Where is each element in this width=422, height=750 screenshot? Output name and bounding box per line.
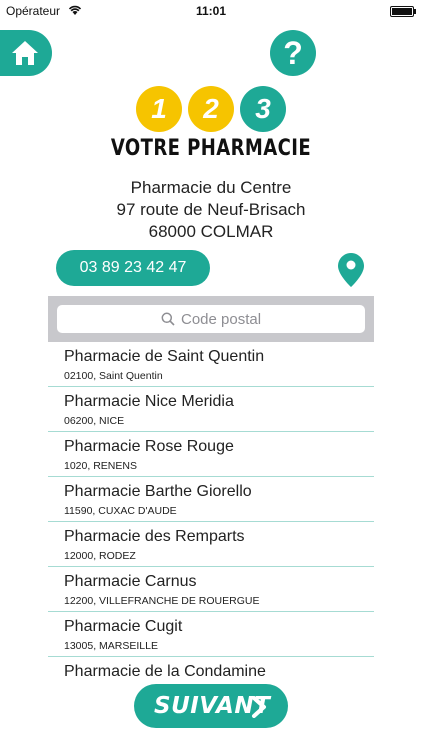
pharmacy-city: 68000 COLMAR (148, 222, 274, 241)
clock: 11:01 (195, 4, 227, 18)
home-icon (12, 41, 38, 65)
logo-step-3: 3 (240, 86, 286, 132)
postal-code-search-input[interactable]: Code postal (57, 305, 365, 333)
chevron-right-icon (252, 696, 266, 718)
pharmacy-street: 97 route de Neuf-Brisach (116, 200, 306, 219)
list-item-name: Pharmacie Rose Rouge (64, 438, 234, 455)
battery-icon (390, 6, 416, 17)
pharmacy-name: Pharmacie du Centre (130, 178, 292, 197)
logo-step-2: 2 (188, 86, 234, 132)
list-item-location: 1020, RENENS (64, 460, 137, 472)
search-placeholder: Code postal (181, 311, 262, 328)
status-bar: Opérateur 11:01 (0, 0, 422, 22)
list-item[interactable]: Pharmacie de Saint Quentin 02100, Saint … (48, 342, 374, 387)
list-item-location: 13005, MARSEILLE (64, 640, 158, 652)
home-button[interactable] (0, 30, 52, 76)
map-pin-icon[interactable] (338, 253, 364, 287)
list-item-name: Pharmacie de la Condamine (64, 663, 266, 680)
list-item[interactable]: Pharmacie de la Condamine (48, 657, 374, 682)
pharmacy-list[interactable]: Pharmacie de Saint Quentin 02100, Saint … (48, 342, 374, 682)
list-item-name: Pharmacie Nice Meridia (64, 393, 234, 410)
list-item[interactable]: Pharmacie Barthe Giorello 11590, CUXAC D… (48, 477, 374, 522)
list-item[interactable]: Pharmacie Nice Meridia 06200, NICE (48, 387, 374, 432)
list-item[interactable]: Pharmacie Rose Rouge 1020, RENENS (48, 432, 374, 477)
call-phone-button[interactable]: 03 89 23 42 47 (56, 250, 210, 286)
list-item-location: 02100, Saint Quentin (64, 370, 163, 382)
search-icon (161, 312, 175, 326)
search-bar: Code postal (48, 296, 374, 342)
list-item[interactable]: Pharmacie des Remparts 12000, RODEZ (48, 522, 374, 567)
list-item-name: Pharmacie Barthe Giorello (64, 483, 252, 500)
list-item-location: 12200, VILLEFRANCHE DE ROUERGUE (64, 595, 260, 607)
list-item-name: Pharmacie Cugit (64, 618, 183, 635)
help-button[interactable]: ? (270, 30, 316, 76)
question-icon: ? (283, 35, 303, 71)
list-item[interactable]: Pharmacie Carnus 12200, VILLEFRANCHE DE … (48, 567, 374, 612)
logo-step-1: 1 (136, 86, 182, 132)
list-item-location: 12000, RODEZ (64, 550, 136, 562)
logo-title: VOTRE PHARMACIE (110, 136, 312, 161)
list-item-name: Pharmacie des Remparts (64, 528, 245, 545)
list-item[interactable]: Pharmacie Cugit 13005, MARSEILLE (48, 612, 374, 657)
list-item-name: Pharmacie Carnus (64, 573, 197, 590)
next-button[interactable]: SUIVANT (134, 684, 288, 728)
list-item-name: Pharmacie de Saint Quentin (64, 348, 265, 365)
list-item-location: 11590, CUXAC D'AUDE (64, 505, 177, 517)
list-item-location: 06200, NICE (64, 415, 125, 427)
